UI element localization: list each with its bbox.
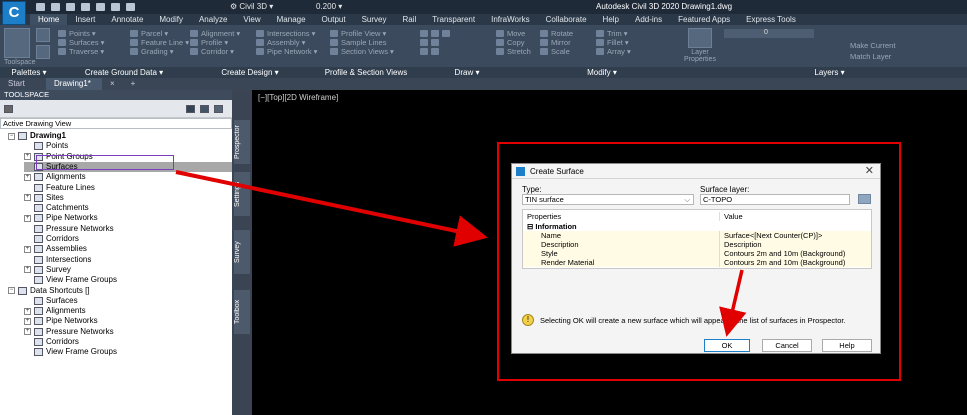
- red-arrow-to-ok: [719, 269, 747, 337]
- application-menu-button[interactable]: C: [2, 1, 26, 25]
- red-arrow-to-dialog: [175, 170, 488, 247]
- annotation-arrows: [175, 170, 747, 337]
